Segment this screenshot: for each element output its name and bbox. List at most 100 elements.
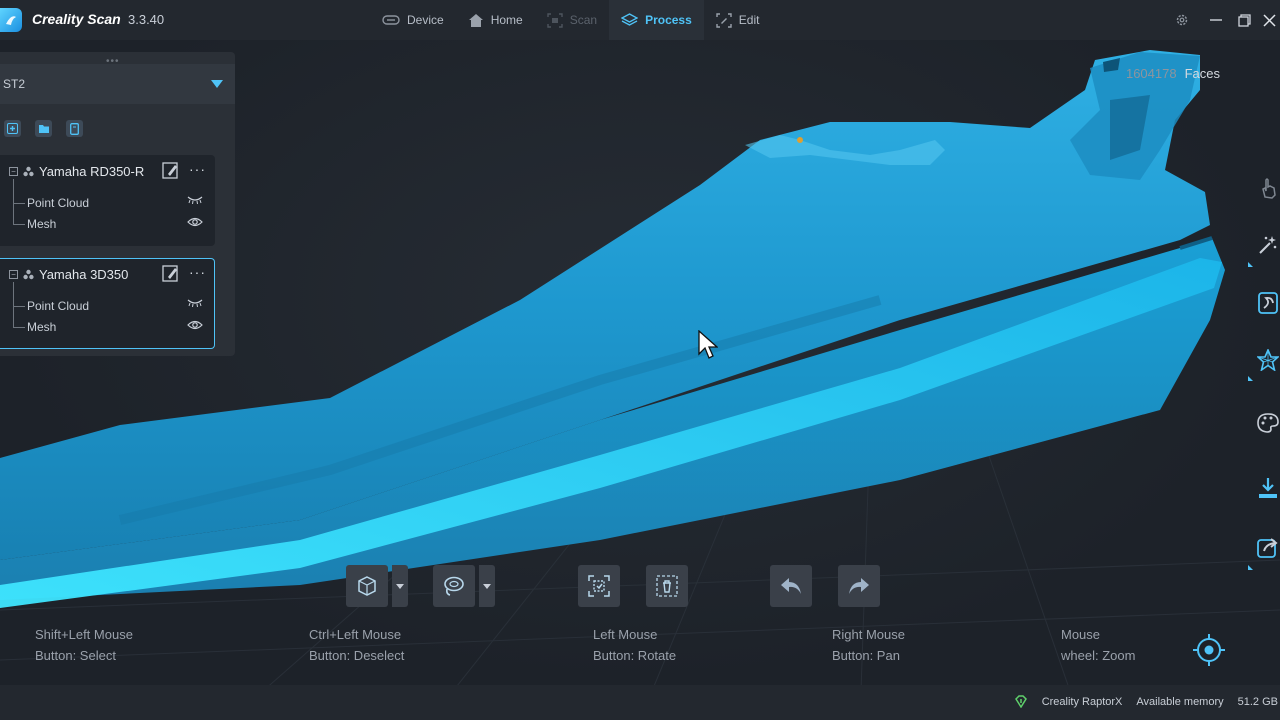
expand-marker bbox=[1248, 262, 1253, 267]
expand-marker bbox=[1248, 376, 1253, 381]
caret-down-icon bbox=[483, 583, 491, 589]
project-header: − Yamaha RD350-R bbox=[9, 164, 144, 179]
title-bar: Creality Scan 3.3.40 Device Home Scan Pr… bbox=[0, 0, 1280, 40]
app-window: Creality Scan 3.3.40 Device Home Scan Pr… bbox=[0, 0, 1280, 720]
tree-item-label: Point Cloud bbox=[27, 196, 90, 210]
redo-button[interactable] bbox=[838, 565, 880, 607]
hint-line: Shift+Left Mouse bbox=[35, 627, 133, 642]
tab-device[interactable]: Device bbox=[370, 0, 456, 40]
eye-icon[interactable] bbox=[187, 319, 203, 331]
open-folder-button[interactable] bbox=[35, 120, 52, 137]
mesh-edit-icon bbox=[1257, 292, 1278, 314]
select-all-button[interactable] bbox=[578, 565, 620, 607]
box-select-dropdown[interactable] bbox=[392, 565, 408, 607]
app-version: 3.3.40 bbox=[128, 12, 165, 27]
hint-line: wheel: Zoom bbox=[1061, 648, 1136, 663]
star-mesh-icon bbox=[1256, 349, 1279, 371]
restore-icon bbox=[1237, 13, 1251, 27]
project-header: − Yamaha 3D350 bbox=[9, 267, 128, 282]
delete-selection-button[interactable] bbox=[646, 565, 688, 607]
tree-item-mesh[interactable]: Mesh bbox=[13, 216, 56, 232]
lasso-icon bbox=[444, 576, 464, 596]
lasso-select-button[interactable] bbox=[433, 565, 475, 607]
status-info: Creality RaptorX Available memory 51.2 G… bbox=[1014, 695, 1278, 708]
select-all-icon bbox=[588, 575, 610, 597]
tab-scan-label: Scan bbox=[569, 13, 598, 27]
layers-icon bbox=[621, 12, 639, 26]
collapse-toggle[interactable]: − bbox=[9, 270, 18, 279]
tree-item-point-cloud[interactable]: Point Cloud bbox=[13, 298, 89, 314]
hint-line: Button: Pan bbox=[832, 648, 900, 663]
app-name: Creality Scan bbox=[32, 11, 121, 27]
maximize-button[interactable] bbox=[1230, 0, 1258, 40]
file-icon bbox=[70, 122, 79, 135]
reset-view-button[interactable] bbox=[1192, 633, 1226, 667]
tab-home[interactable]: Home bbox=[456, 0, 535, 40]
lasso-select-dropdown[interactable] bbox=[479, 565, 495, 607]
chevron-down-icon bbox=[211, 80, 223, 88]
add-project-button[interactable] bbox=[4, 120, 21, 137]
eye-icon[interactable] bbox=[187, 216, 203, 228]
device-icon bbox=[382, 15, 400, 25]
settings-button[interactable] bbox=[1168, 0, 1196, 40]
magic-wand-icon bbox=[1258, 236, 1276, 254]
device-dropdown[interactable]: ST2 bbox=[0, 64, 235, 104]
tree-item-label: Mesh bbox=[27, 320, 57, 334]
edit-project-icon[interactable] bbox=[162, 265, 180, 282]
auto-process-button[interactable] bbox=[1255, 232, 1280, 258]
hint-line: Ctrl+Left Mouse bbox=[309, 627, 402, 642]
tab-process-label: Process bbox=[645, 13, 692, 27]
folder-icon bbox=[38, 125, 49, 133]
texture-button[interactable] bbox=[1255, 347, 1280, 373]
hint-line: Left Mouse bbox=[593, 627, 658, 642]
minimize-button[interactable] bbox=[1202, 0, 1230, 40]
tab-device-label: Device bbox=[407, 13, 444, 27]
memory-label: Available memory bbox=[1136, 695, 1224, 708]
pointer-hand-icon bbox=[1261, 178, 1276, 199]
expand-marker bbox=[1248, 565, 1253, 570]
mesh-edit-button[interactable] bbox=[1255, 290, 1280, 316]
project-panel: ••• ST2 − Yamaha RD350-R ··· Point Cloud… bbox=[0, 52, 235, 356]
project-item[interactable]: − Yamaha RD350-R ··· Point Cloud Mesh bbox=[0, 155, 215, 246]
tab-scan[interactable]: Scan bbox=[535, 0, 609, 40]
share-icon bbox=[1256, 538, 1278, 558]
project-name: Yamaha RD350-R bbox=[39, 164, 145, 179]
scan-icon bbox=[547, 12, 563, 28]
more-options-button[interactable]: ··· bbox=[189, 161, 206, 177]
cube-select-icon bbox=[358, 576, 376, 596]
more-options-button[interactable]: ··· bbox=[189, 264, 206, 280]
edit-project-icon[interactable] bbox=[162, 162, 180, 179]
eye-closed-icon[interactable] bbox=[187, 299, 203, 307]
gpu-name: Creality RaptorX bbox=[1041, 695, 1123, 708]
caret-down-icon bbox=[396, 583, 404, 589]
eye-closed-icon[interactable] bbox=[187, 196, 203, 204]
hint-zoom: Mouse wheel: Zoom bbox=[1061, 624, 1135, 666]
tab-edit[interactable]: Edit bbox=[704, 0, 772, 40]
import-file-button[interactable] bbox=[66, 120, 83, 137]
hint-select: Shift+Left Mouse Button: Select bbox=[35, 624, 133, 666]
edit-icon bbox=[716, 12, 732, 28]
undo-button[interactable] bbox=[770, 565, 812, 607]
close-icon bbox=[1262, 13, 1276, 27]
tree-item-point-cloud[interactable]: Point Cloud bbox=[13, 195, 89, 211]
tab-process[interactable]: Process bbox=[609, 0, 704, 40]
hint-line: Button: Rotate bbox=[593, 648, 677, 663]
device-dropdown-value: ST2 bbox=[3, 77, 26, 91]
collapse-toggle[interactable]: − bbox=[9, 167, 18, 176]
faces-label: Faces bbox=[1184, 66, 1220, 81]
box-select-button[interactable] bbox=[346, 565, 388, 607]
faces-readout: 1604178 Faces bbox=[1126, 66, 1220, 81]
color-button[interactable] bbox=[1255, 410, 1280, 436]
tree-item-label: Point Cloud bbox=[27, 299, 90, 313]
export-button[interactable] bbox=[1255, 475, 1280, 501]
project-icon bbox=[23, 166, 34, 177]
project-icon bbox=[23, 269, 34, 280]
tree-item-mesh[interactable]: Mesh bbox=[13, 319, 56, 335]
share-button[interactable] bbox=[1255, 534, 1280, 560]
select-tool-button[interactable] bbox=[1255, 175, 1280, 201]
close-button[interactable] bbox=[1258, 0, 1280, 40]
project-item-selected[interactable]: − Yamaha 3D350 ··· Point Cloud Mesh bbox=[0, 258, 215, 349]
hint-rotate: Left Mouse Button: Rotate bbox=[593, 624, 676, 666]
undo-icon bbox=[781, 578, 801, 594]
hint-line: Mouse bbox=[1061, 627, 1101, 642]
